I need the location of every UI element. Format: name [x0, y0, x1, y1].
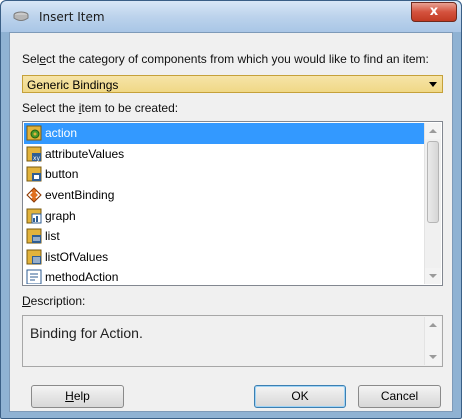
- list-item-button[interactable]: button: [24, 164, 425, 185]
- list-item-graph[interactable]: graph: [24, 205, 425, 226]
- description-text: Binding for Action.: [30, 325, 143, 341]
- attribute-values-icon: xy: [26, 146, 42, 162]
- title-bar[interactable]: Insert Item x: [1, 1, 461, 32]
- category-selected-value: Generic Bindings: [27, 78, 119, 92]
- list-item-label: eventBinding: [45, 188, 115, 203]
- item-list-viewport: action xy attributeValues button eventBindin…: [24, 123, 425, 284]
- list-item-listOfValues[interactable]: listOfValues: [24, 247, 425, 268]
- list-item-label: listOfValues: [45, 249, 109, 264]
- list-item-label: methodAction: [45, 270, 119, 284]
- scroll-up-button[interactable]: [425, 123, 441, 139]
- insert-item-icon: [13, 11, 29, 21]
- scroll-down-button[interactable]: [425, 268, 441, 284]
- window-title: Insert Item: [39, 10, 105, 24]
- description-scroll-down-button[interactable]: [425, 349, 441, 365]
- list-binding-icon: [26, 228, 42, 244]
- item-list-scrollbar[interactable]: [424, 123, 441, 284]
- list-item-eventBinding[interactable]: eventBinding: [24, 185, 425, 206]
- ok-button[interactable]: OK: [254, 385, 346, 408]
- list-item-label: button: [45, 167, 79, 182]
- list-item-action[interactable]: action: [24, 123, 425, 144]
- scroll-up-arrow-icon: [429, 129, 437, 133]
- method-action-icon: [26, 269, 42, 284]
- graph-icon: [26, 208, 42, 224]
- category-dropdown[interactable]: Generic Bindings: [22, 75, 443, 93]
- list-item-label: attributeValues: [45, 146, 125, 161]
- category-prompt: Select the category of components from w…: [22, 52, 429, 66]
- list-item-methodAction[interactable]: methodAction: [24, 267, 425, 284]
- list-item-list[interactable]: list: [24, 226, 425, 247]
- cancel-button[interactable]: Cancel: [358, 385, 441, 408]
- close-button[interactable]: x: [411, 2, 457, 22]
- button-binding-icon: [26, 166, 42, 182]
- item-list[interactable]: action xy attributeValues button eventBindin…: [22, 121, 443, 286]
- item-prompt: Select the item to be created:: [22, 101, 179, 115]
- chevron-down-icon[interactable]: [429, 82, 437, 87]
- help-button[interactable]: Help: [31, 385, 124, 408]
- event-binding-icon: [26, 187, 42, 203]
- description-scroll-up-button[interactable]: [425, 317, 441, 333]
- description-box: Binding for Action.: [22, 315, 443, 367]
- dialog-body: Select the category of components from w…: [9, 32, 453, 412]
- list-item-label: action: [45, 126, 78, 141]
- insert-item-dialog: Insert Item x Select the category of com…: [0, 0, 462, 419]
- list-item-label: list: [45, 229, 60, 244]
- description-scrollbar[interactable]: [424, 317, 441, 365]
- description-label: Description:: [22, 294, 86, 308]
- list-item-attributeValues[interactable]: xy attributeValues: [24, 144, 425, 165]
- svg-text:xy: xy: [33, 155, 41, 162]
- list-of-values-icon: [26, 249, 42, 265]
- scroll-down-arrow-icon: [429, 274, 437, 278]
- list-item-label: graph: [45, 208, 76, 223]
- action-binding-icon: [26, 125, 42, 141]
- scroll-thumb[interactable]: [427, 141, 439, 223]
- scroll-up-arrow-icon: [429, 323, 437, 327]
- scroll-down-arrow-icon: [429, 355, 437, 359]
